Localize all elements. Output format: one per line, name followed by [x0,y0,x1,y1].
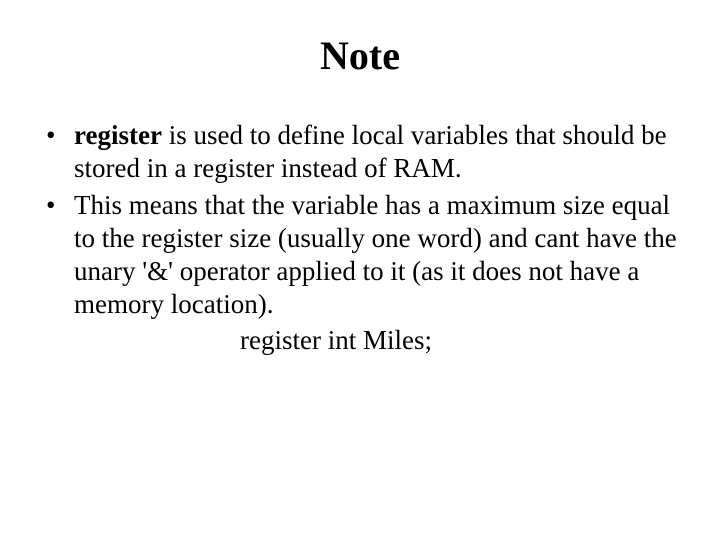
slide: Note register is used to define local va… [0,0,720,540]
keyword: register [74,120,162,150]
bullet-text: is used to define local variables that s… [74,120,667,183]
bullet-list: register is used to define local variabl… [40,119,680,321]
bullet-text: This means that the variable has a maxim… [74,190,677,319]
code-example: register int Miles; [40,325,680,356]
bullet-item: This means that the variable has a maxim… [40,189,680,321]
bullet-item: register is used to define local variabl… [40,119,680,185]
slide-title: Note [40,32,680,79]
